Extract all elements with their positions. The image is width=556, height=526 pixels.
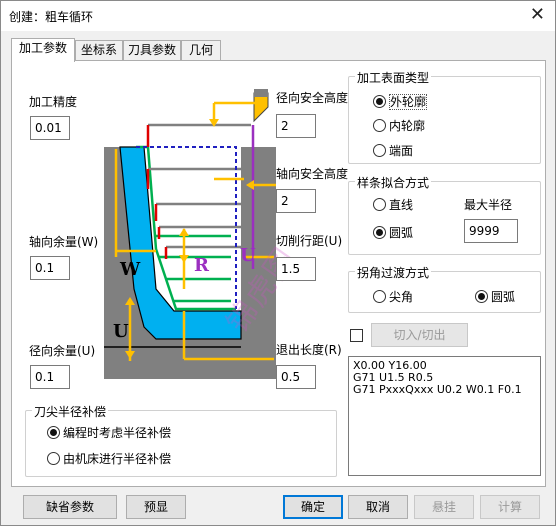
radial-allowance-label: 径向余量(U): [29, 344, 96, 358]
tab-geometry[interactable]: 几何: [181, 40, 221, 61]
ok-button[interactable]: 确定: [283, 495, 343, 519]
dialog-window: 创建：粗车循环 ✕ 加工参数 坐标系 刀具参数 几何 加工精度 0.01 轴向余…: [0, 0, 556, 526]
spline-fit-group: 样条拟合方式: [348, 174, 541, 255]
radio-dot-icon: [373, 144, 386, 157]
cut-in-out-checkbox[interactable]: [350, 329, 363, 342]
window-title: 创建：粗车循环: [9, 10, 94, 24]
tab-machining-params[interactable]: 加工参数: [11, 38, 75, 62]
precision-field[interactable]: 0.01: [30, 116, 70, 140]
compute-button[interactable]: 计算: [480, 495, 540, 519]
cancel-button[interactable]: 取消: [348, 495, 408, 519]
radio-machine-comp[interactable]: 由机床进行半径补偿: [47, 450, 171, 467]
radio-face[interactable]: 端面: [373, 142, 413, 159]
radio-dot-icon: [373, 226, 386, 239]
corner-transition-title: 拐角过渡方式: [355, 264, 432, 281]
tool-holder: [254, 89, 268, 97]
gcode-line: G71 PxxxQxxx U0.2 W0.1 F0.1: [353, 383, 522, 396]
tab-coordinate-system[interactable]: 坐标系: [75, 40, 123, 61]
radio-sharp-corner[interactable]: 尖角: [373, 288, 413, 305]
radial-safe-height-field[interactable]: 2: [276, 114, 316, 138]
letter-w: W: [119, 259, 141, 280]
surface-type-title: 加工表面类型: [355, 69, 432, 86]
retract-length-field[interactable]: 0.5: [276, 365, 316, 389]
radio-dot-icon: [373, 119, 386, 132]
cut-step-field[interactable]: 1.5: [276, 257, 316, 281]
radial-allowance-field[interactable]: 0.1: [30, 365, 70, 389]
radio-program-comp[interactable]: 编程时考虑半径补偿: [47, 424, 171, 441]
cut-in-out-button[interactable]: 切入/切出: [371, 323, 468, 347]
letter-u-bottom: U: [113, 321, 129, 342]
letter-r: R: [194, 255, 210, 276]
radio-dot-icon: [373, 290, 386, 303]
tool-insert: [253, 92, 269, 123]
radio-inner-contour[interactable]: 内轮廓: [373, 117, 425, 134]
radial-safe-height-label: 径向安全高度: [276, 91, 349, 105]
radio-line[interactable]: 直线: [373, 196, 413, 213]
tool-comp-title: 刀尖半径补偿: [32, 403, 109, 420]
suspend-button[interactable]: 悬挂: [414, 495, 474, 519]
radio-dot-icon: [373, 198, 386, 211]
axial-safe-height-field[interactable]: 2: [276, 189, 316, 213]
roughing-diagram: W R U U: [104, 89, 276, 379]
preview-button[interactable]: 预显: [126, 495, 186, 519]
defaults-button[interactable]: 缺省参数: [23, 495, 117, 519]
axial-safe-height-label: 轴向安全高度: [276, 167, 349, 181]
max-radius-field[interactable]: 9999: [464, 219, 518, 243]
radio-arc[interactable]: 圆弧: [373, 224, 413, 241]
radio-round-corner[interactable]: 圆弧: [475, 288, 515, 305]
spline-fit-title: 样条拟合方式: [355, 174, 432, 191]
axial-allowance-label: 轴向余量(W): [29, 235, 99, 249]
radio-dot-icon: [47, 426, 60, 439]
retract-length-label: 退出长度(R): [276, 343, 342, 357]
title-bar: 创建：粗车循环 ✕: [1, 1, 555, 31]
radio-outer-contour[interactable]: 外轮廓: [373, 93, 428, 110]
tab-tool-params[interactable]: 刀具参数: [123, 40, 181, 61]
close-icon[interactable]: ✕: [530, 4, 545, 25]
axial-allowance-field[interactable]: 0.1: [30, 256, 70, 280]
precision-label: 加工精度: [29, 95, 78, 109]
radio-dot-icon: [373, 95, 386, 108]
gcode-preview: X0.00 Y16.00 G71 U1.5 R0.5 G71 PxxxQxxx …: [348, 356, 541, 476]
radio-dot-icon: [475, 290, 488, 303]
cut-step-label: 切削行距(U): [276, 234, 343, 248]
max-radius-label: 最大半径: [464, 198, 513, 212]
radio-dot-icon: [47, 452, 60, 465]
